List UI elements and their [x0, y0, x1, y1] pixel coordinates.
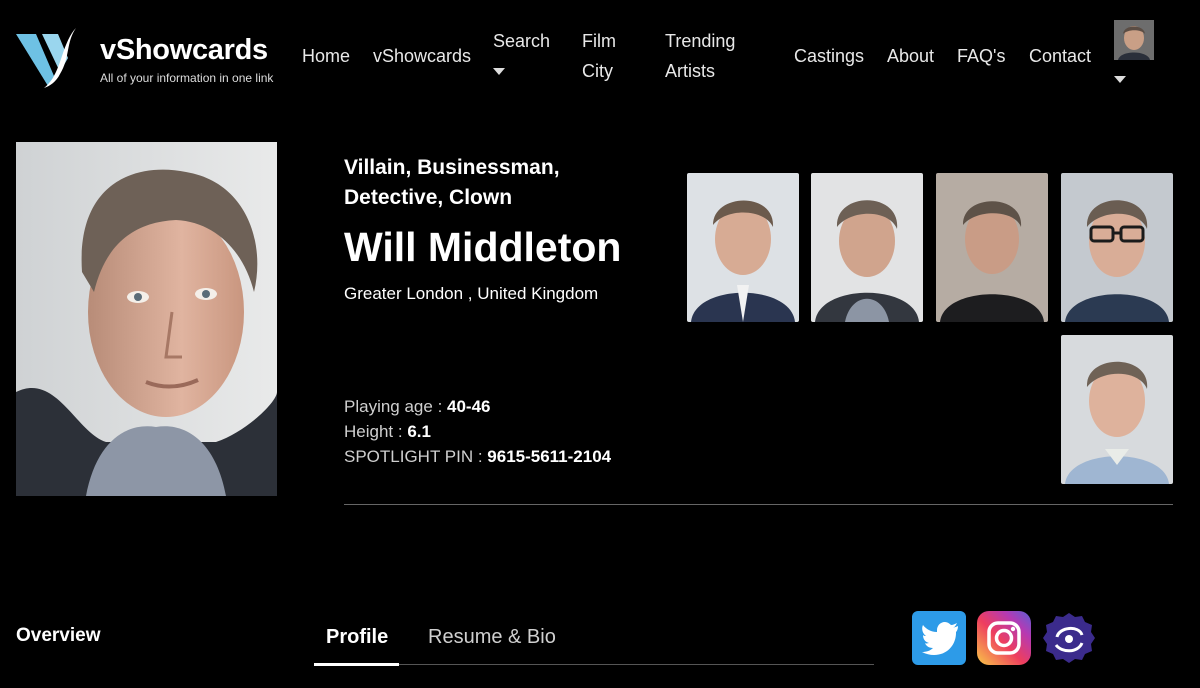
thumbnail-portrait-icon	[811, 173, 923, 322]
nav-trending-artists-line1[interactable]: Trending	[665, 26, 735, 56]
brand-tagline: All of your information in one link	[100, 71, 274, 85]
nav-search[interactable]: Search	[493, 26, 550, 56]
profile-name: Will Middleton	[344, 224, 622, 270]
nav-film-city-line1[interactable]: Film	[582, 26, 616, 56]
brand-logo[interactable]: vShowcards All of your information in on…	[14, 24, 294, 90]
thumbnail-portrait-icon	[687, 173, 799, 322]
playing-age-label: Playing age :	[344, 397, 448, 416]
tab-profile[interactable]: Profile	[326, 626, 388, 649]
height-value: 6.1	[407, 422, 431, 441]
height-label: Height :	[344, 422, 408, 441]
instagram-icon	[987, 621, 1021, 655]
nav-film-city-line2[interactable]: City	[582, 56, 613, 86]
nav-home[interactable]: Home	[302, 41, 350, 71]
search-chevron-down-icon[interactable]	[493, 68, 505, 75]
tab-resume-bio[interactable]: Resume & Bio	[428, 626, 556, 649]
nav-vshowcards[interactable]: vShowcards	[373, 41, 471, 71]
playing-age-value: 40-46	[447, 397, 491, 416]
overview-heading: Overview	[16, 625, 101, 646]
user-avatar[interactable]	[1114, 20, 1154, 60]
thumbnail-portrait-icon	[936, 173, 1048, 322]
twitter-icon	[922, 622, 958, 655]
height-row: Height : 6.1	[344, 422, 431, 442]
vshowcards-logo-icon	[16, 28, 76, 88]
gallery-thumbnail[interactable]	[687, 173, 799, 322]
gallery-thumbnail[interactable]	[1061, 173, 1173, 322]
thumbnail-portrait-icon	[1061, 173, 1173, 322]
spotlight-pin-row: SPOTLIGHT PIN : 9615-5611-2104	[344, 447, 611, 467]
profile-roles: Villain, Businessman, Detective, Clown	[344, 156, 560, 209]
gallery-thumbnail[interactable]	[811, 173, 923, 322]
thumbnail-portrait-icon	[1061, 335, 1173, 484]
nav-trending-artists-line2[interactable]: Artists	[665, 56, 715, 86]
nav-about[interactable]: About	[887, 41, 934, 71]
profile-divider	[344, 504, 1173, 505]
nav-faqs[interactable]: FAQ's	[957, 41, 1005, 71]
playing-age-row: Playing age : 40-46	[344, 397, 491, 417]
spotlight-icon	[1043, 613, 1095, 663]
nav-contact[interactable]: Contact	[1029, 41, 1091, 71]
profile-location: Greater London , United Kingdom	[344, 284, 599, 303]
nav-castings[interactable]: Castings	[794, 41, 864, 71]
gallery-thumbnail[interactable]	[936, 173, 1048, 322]
gallery-thumbnail[interactable]	[1061, 335, 1173, 484]
twitter-button[interactable]	[912, 611, 966, 665]
spotlight-pin-label: SPOTLIGHT PIN :	[344, 447, 488, 466]
account-chevron-down-icon[interactable]	[1114, 76, 1126, 83]
headshot-portrait-icon	[16, 142, 277, 496]
avatar-portrait-icon	[1114, 20, 1154, 60]
active-tab-indicator	[314, 663, 399, 666]
instagram-button[interactable]	[977, 611, 1031, 665]
brand-name: vShowcards	[100, 34, 268, 66]
spotlight-pin-value: 9615-5611-2104	[487, 447, 612, 466]
spotlight-button[interactable]	[1042, 611, 1096, 665]
main-headshot[interactable]	[16, 142, 277, 496]
